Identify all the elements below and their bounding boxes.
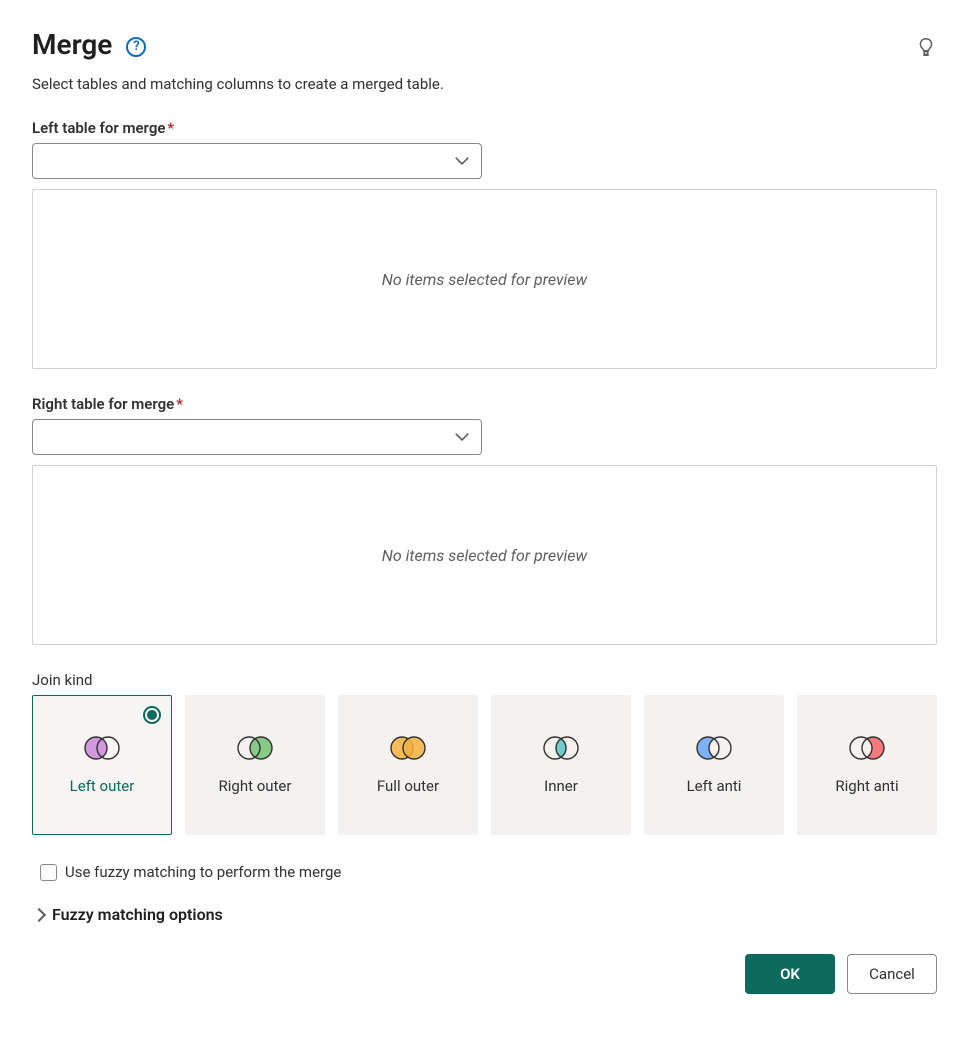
idea-icon[interactable] bbox=[915, 36, 937, 58]
join-name-left-anti: Left anti bbox=[687, 777, 742, 796]
ok-button[interactable]: OK bbox=[745, 954, 835, 994]
dialog-subtitle: Select tables and matching columns to cr… bbox=[32, 75, 937, 93]
venn-left-outer-icon bbox=[80, 735, 124, 761]
dialog-footer: OK Cancel bbox=[32, 954, 937, 994]
required-mark: * bbox=[176, 395, 183, 413]
right-preview-empty: No items selected for preview bbox=[382, 546, 587, 565]
join-kind-grid: Left outer Right outer Full outer bbox=[32, 695, 937, 835]
right-table-label: Right table for merge* bbox=[32, 395, 937, 413]
dialog-header: Merge ? bbox=[32, 28, 937, 61]
left-table-label: Left table for merge* bbox=[32, 119, 937, 137]
chevron-right-icon bbox=[32, 907, 46, 921]
right-table-dropdown[interactable] bbox=[32, 419, 482, 455]
chevron-down-icon bbox=[455, 154, 469, 168]
right-table-label-text: Right table for merge bbox=[32, 395, 174, 413]
join-name-right-anti: Right anti bbox=[835, 777, 898, 796]
join-name-inner: Inner bbox=[544, 777, 578, 796]
merge-dialog: Merge ? Select tables and matching colum… bbox=[0, 0, 973, 1022]
join-card-right-outer[interactable]: Right outer bbox=[185, 695, 325, 835]
help-icon[interactable]: ? bbox=[126, 37, 146, 57]
join-kind-label: Join kind bbox=[32, 671, 937, 689]
required-mark: * bbox=[167, 119, 174, 137]
fuzzy-matching-row: Use fuzzy matching to perform the merge bbox=[32, 863, 937, 881]
left-table-dropdown[interactable] bbox=[32, 143, 482, 179]
header-left: Merge ? bbox=[32, 28, 146, 61]
join-name-full-outer: Full outer bbox=[377, 777, 439, 796]
fuzzy-matching-label[interactable]: Use fuzzy matching to perform the merge bbox=[65, 863, 341, 881]
venn-right-outer-icon bbox=[233, 735, 277, 761]
left-table-label-text: Left table for merge bbox=[32, 119, 165, 137]
selected-radio-icon bbox=[143, 706, 161, 724]
fuzzy-options-label: Fuzzy matching options bbox=[52, 905, 223, 924]
fuzzy-matching-checkbox[interactable] bbox=[40, 864, 57, 881]
left-table-preview: No items selected for preview bbox=[32, 189, 937, 369]
join-card-left-outer[interactable]: Left outer bbox=[32, 695, 172, 835]
venn-inner-icon bbox=[539, 735, 583, 761]
chevron-down-icon bbox=[455, 430, 469, 444]
fuzzy-options-expander[interactable]: Fuzzy matching options bbox=[32, 905, 937, 924]
join-card-left-anti[interactable]: Left anti bbox=[644, 695, 784, 835]
join-name-left-outer: Left outer bbox=[70, 777, 135, 796]
right-table-preview: No items selected for preview bbox=[32, 465, 937, 645]
join-card-inner[interactable]: Inner bbox=[491, 695, 631, 835]
join-card-right-anti[interactable]: Right anti bbox=[797, 695, 937, 835]
left-preview-empty: No items selected for preview bbox=[382, 270, 587, 289]
venn-full-outer-icon bbox=[386, 735, 430, 761]
join-name-right-outer: Right outer bbox=[219, 777, 292, 796]
venn-left-anti-icon bbox=[692, 735, 736, 761]
dialog-title: Merge bbox=[32, 28, 112, 61]
cancel-button[interactable]: Cancel bbox=[847, 954, 937, 994]
venn-right-anti-icon bbox=[845, 735, 889, 761]
join-card-full-outer[interactable]: Full outer bbox=[338, 695, 478, 835]
